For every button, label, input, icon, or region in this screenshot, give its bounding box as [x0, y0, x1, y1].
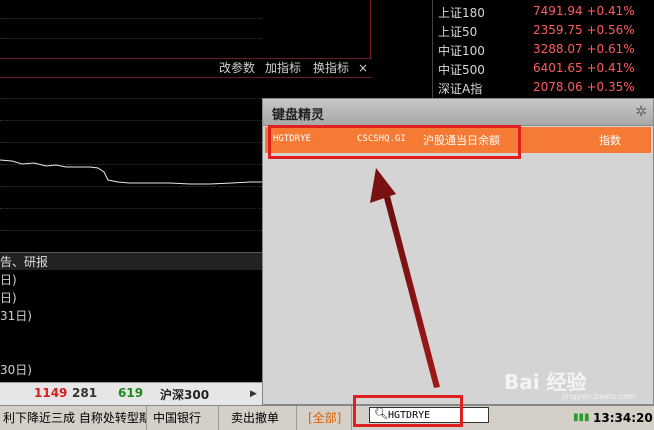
arrow-head [370, 168, 396, 203]
watermark-logo: Bai 经验 jingyan.baidu.com [496, 362, 654, 404]
watermark-text: Bai 经验 [504, 370, 587, 394]
watermark-url: jingyan.baidu.com [562, 392, 636, 401]
arrow-shaft [384, 196, 440, 388]
